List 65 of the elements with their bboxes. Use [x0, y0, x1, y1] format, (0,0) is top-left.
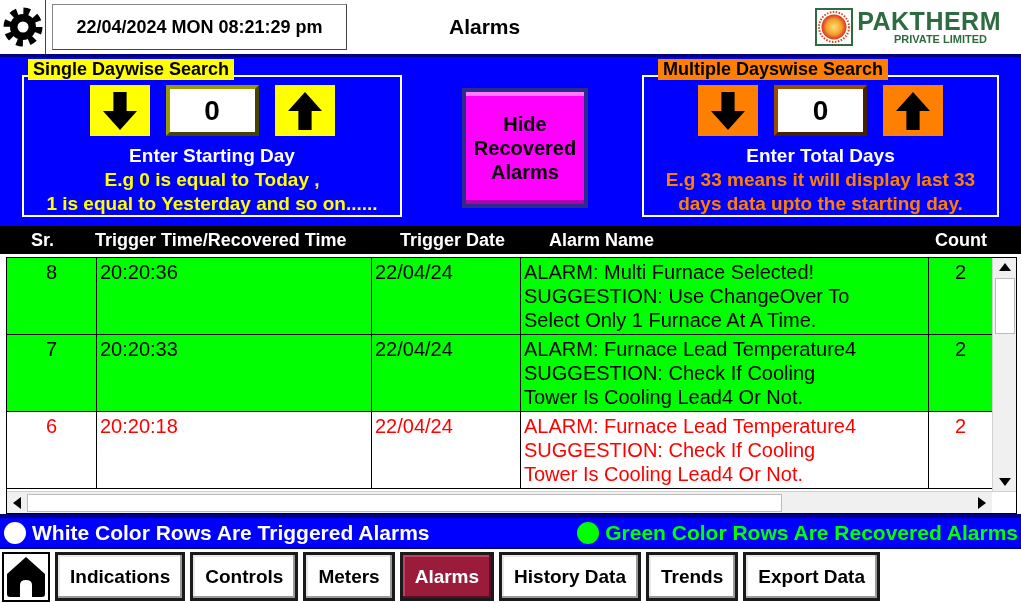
settings-icon	[2, 7, 43, 47]
table-cell: ALARM: Multi Furnace Selected! SUGGESTION: Use ChangeOver To Select Only 1 Furnace At A Time.	[521, 258, 929, 334]
table-cell: 22/04/24	[372, 335, 521, 411]
table-cell: 20:20:36	[97, 258, 372, 334]
logo-icon	[815, 8, 854, 46]
section-title: Single Daywise Search	[28, 59, 235, 80]
column-header: Alarm Name	[549, 229, 655, 251]
day-field[interactable]: 0	[165, 85, 259, 136]
nav-button[interactable]: Export Data	[743, 552, 880, 601]
nav-button[interactable]: Indications	[55, 552, 186, 601]
logo-tagline: PRIVATE LIMITED	[893, 34, 987, 45]
settings-button[interactable]	[0, 0, 46, 54]
datetime-display: 22/04/2024 MON 08:21:29 pm	[52, 4, 347, 50]
table-cell: 20:20:18	[97, 412, 372, 488]
nav-button[interactable]: Meters	[303, 552, 395, 601]
increase-button[interactable]	[883, 85, 943, 136]
home-button[interactable]	[2, 551, 50, 602]
horizontal-scrollbar[interactable]	[7, 491, 1016, 513]
column-header: Trigger Date	[400, 229, 506, 251]
down-arrow-icon	[711, 91, 745, 130]
table-cell: ALARM: Furnace Lead Temperature4 SUGGESTION: Check If Cooling Tower Is Cooling Lead4 Or Not.	[521, 335, 929, 411]
section-title: Multiple Dayswise Search	[658, 59, 889, 80]
table-cell: ALARM: Furnace Lead Temperature4 SUGGESTION: Check If Cooling Tower Is Cooling Lead4 Or Not.	[521, 412, 929, 488]
decrease-button[interactable]	[698, 85, 758, 136]
column-header: Trigger Time/Recovered Time	[95, 229, 347, 251]
day-field[interactable]: 0	[774, 85, 867, 136]
scrollbar-thumb[interactable]	[994, 278, 1015, 334]
increase-button[interactable]	[274, 85, 335, 136]
hint-text: 1 is equal to Yesterday and so on......	[46, 192, 378, 216]
table-cell: 8	[7, 258, 97, 334]
column-header: Sr.	[31, 229, 55, 251]
home-icon	[6, 555, 46, 598]
hint-text: E.g 33 means it will display last 33	[665, 168, 976, 192]
table-cell: 7	[7, 335, 97, 411]
scrollbar-thumb[interactable]	[27, 493, 782, 512]
legend-text: Green Color Rows Are Recovered Alarms	[605, 520, 1018, 545]
logo-name: PAKTHERM	[857, 9, 1001, 34]
scroll-right-icon[interactable]	[978, 496, 986, 509]
table-cell: 20:20:33	[97, 335, 372, 411]
table-cell: 22/04/24	[372, 412, 521, 488]
nav-button[interactable]: History Data	[499, 552, 641, 601]
scroll-up-icon[interactable]	[998, 263, 1011, 271]
field-label: Enter Starting Day	[129, 144, 295, 168]
table-cell-text: 2	[953, 337, 968, 362]
legend-text: White Color Rows Are Triggered Alarms	[32, 520, 430, 545]
field-label: Enter Total Days	[746, 144, 895, 168]
page-title: Alarms	[449, 15, 521, 39]
down-arrow-icon	[102, 91, 137, 130]
scroll-left-icon[interactable]	[13, 496, 21, 509]
hint-text: days data upto the starting day.	[678, 192, 963, 216]
hint-text: E.g 0 is equal to Today ,	[104, 168, 320, 192]
decrease-button[interactable]	[89, 85, 150, 136]
table-cell: 22/04/24	[372, 258, 521, 334]
up-arrow-icon	[287, 91, 322, 130]
up-arrow-icon	[896, 91, 930, 130]
vertical-scrollbar[interactable]	[992, 258, 1016, 491]
table-cell-text: 2	[953, 260, 968, 285]
table-cell-text: 2	[953, 414, 968, 439]
table-cell: 6	[7, 412, 97, 488]
nav-button[interactable]: Alarms	[399, 552, 495, 601]
column-header: Count	[935, 229, 987, 251]
nav-button[interactable]: Controls	[190, 552, 299, 601]
nav-button[interactable]: Trends	[646, 552, 739, 601]
hide-alarms-button[interactable]: Hide Recovered Alarms	[462, 88, 588, 208]
scroll-down-icon[interactable]	[998, 478, 1011, 486]
